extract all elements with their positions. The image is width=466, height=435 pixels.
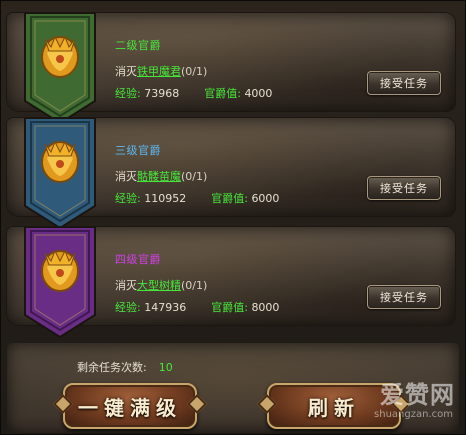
target-link[interactable]: 大型树精 bbox=[137, 279, 181, 292]
task-rewards: 经验: 73968 官爵值: 4000 bbox=[115, 85, 272, 101]
watermark-logo: 爱赞网 bbox=[380, 381, 455, 409]
rank-points-value: 4000 bbox=[244, 87, 273, 100]
accept-task-button[interactable]: 接受任务 bbox=[367, 71, 441, 95]
rank-banner bbox=[21, 118, 99, 230]
task-card-3: 四级官爵 消灭大型树精(0/1) 经验: 147936 官爵值: 8000 接受… bbox=[7, 227, 455, 339]
rank-task-panel: 二级官爵 消灭铁甲魔君(0/1) 经验: 73968 官爵值: 4000 接受任… bbox=[0, 0, 466, 435]
objective-prefix: 消灭 bbox=[115, 170, 137, 183]
left-ornament-icon bbox=[53, 394, 73, 414]
task-rewards: 经验: 110952 官爵值: 6000 bbox=[115, 190, 279, 206]
max-level-label: 一键满级 bbox=[78, 395, 182, 420]
right-ornament-icon bbox=[187, 394, 207, 414]
rank-points-value: 8000 bbox=[251, 301, 280, 314]
target-link[interactable]: 铁甲魔君 bbox=[137, 65, 181, 78]
exp-label: 经验: bbox=[115, 87, 141, 100]
kill-count: (0/1) bbox=[181, 170, 208, 183]
kill-count: (0/1) bbox=[181, 279, 208, 292]
rank-points-label: 官爵值: bbox=[204, 87, 241, 100]
remaining-count: 10 bbox=[158, 361, 173, 374]
task-card-2: 三级官爵 消灭骷髅苗魔(0/1) 经验: 110952 官爵值: 6000 接受… bbox=[7, 118, 455, 230]
rank-title: 二级官爵 bbox=[115, 39, 161, 52]
kill-count: (0/1) bbox=[181, 65, 208, 78]
exp-label: 经验: bbox=[115, 301, 141, 314]
task-objective: 消灭大型树精(0/1) bbox=[115, 277, 207, 293]
exp-value: 73968 bbox=[144, 87, 180, 100]
task-rewards: 经验: 147936 官爵值: 8000 bbox=[115, 299, 279, 315]
left-ornament-icon bbox=[257, 394, 277, 414]
task-card-1: 二级官爵 消灭铁甲魔君(0/1) 经验: 73968 官爵值: 4000 接受任… bbox=[7, 13, 455, 125]
exp-value: 110952 bbox=[144, 192, 187, 205]
accept-task-button[interactable]: 接受任务 bbox=[367, 176, 441, 200]
accept-task-button[interactable]: 接受任务 bbox=[367, 285, 441, 309]
target-link[interactable]: 骷髅苗魔 bbox=[137, 170, 181, 183]
rank-title: 三级官爵 bbox=[115, 144, 161, 157]
max-level-button[interactable]: 一键满级 bbox=[53, 383, 207, 429]
exp-value: 147936 bbox=[144, 301, 187, 314]
rank-title: 四级官爵 bbox=[115, 253, 161, 266]
refresh-label: 刷新 bbox=[308, 395, 360, 420]
objective-prefix: 消灭 bbox=[115, 65, 137, 78]
task-objective: 消灭骷髅苗魔(0/1) bbox=[115, 168, 207, 184]
exp-label: 经验: bbox=[115, 192, 141, 205]
rank-points-label: 官爵值: bbox=[211, 192, 248, 205]
rank-points-label: 官爵值: bbox=[211, 301, 248, 314]
rank-points-value: 6000 bbox=[251, 192, 280, 205]
task-objective: 消灭铁甲魔君(0/1) bbox=[115, 63, 207, 79]
objective-prefix: 消灭 bbox=[115, 279, 137, 292]
rank-banner bbox=[21, 227, 99, 339]
remaining-tasks: 剩余任务次数: 10 bbox=[77, 359, 173, 375]
remaining-label: 剩余任务次数: bbox=[77, 361, 147, 374]
rank-banner bbox=[21, 13, 99, 125]
watermark-url: shuangzan.com bbox=[374, 409, 453, 420]
